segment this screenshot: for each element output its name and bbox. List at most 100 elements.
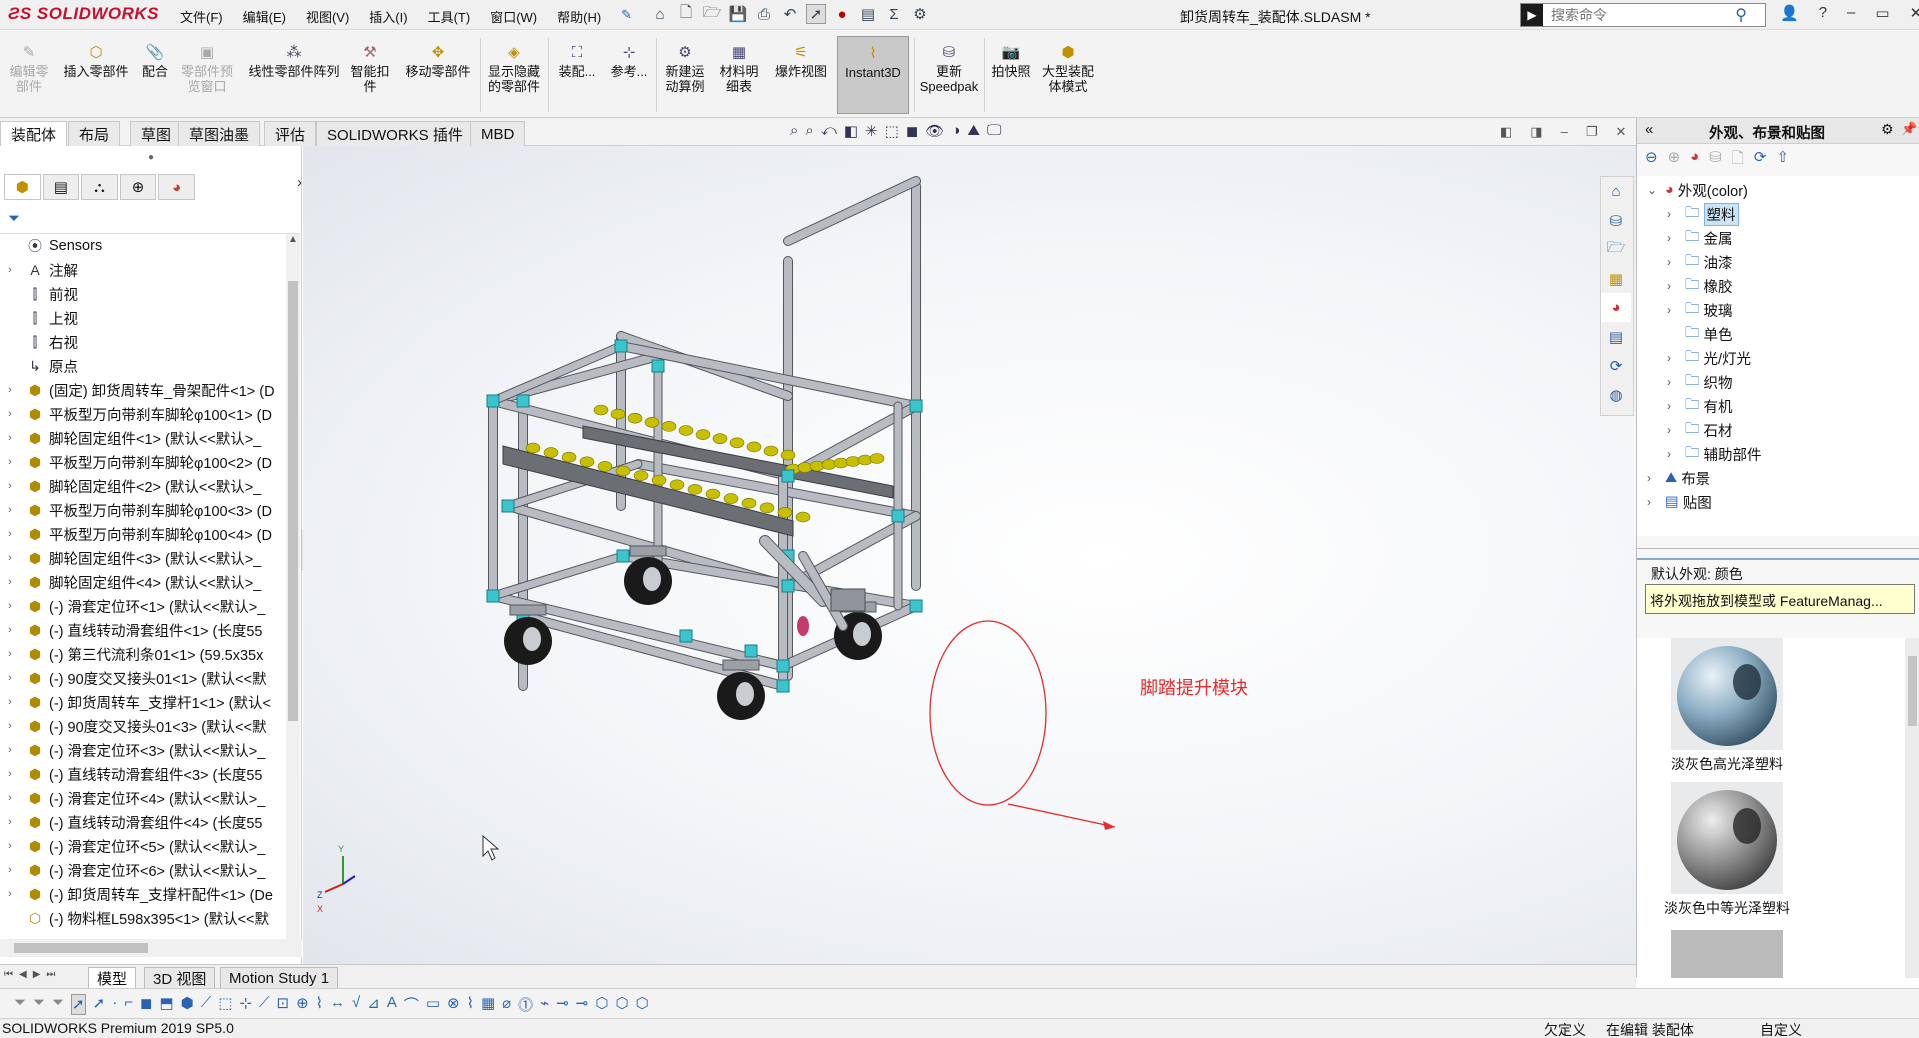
tree-item[interactable]: ⫿ 右视: [0, 330, 286, 354]
filter-datum-feature-icon[interactable]: ▭: [426, 994, 440, 1015]
tab-model[interactable]: 模型: [88, 967, 137, 989]
appearance-tree-item[interactable]: › 🗀 橡胶: [1667, 274, 1733, 298]
tree-expand-icon[interactable]: ›: [4, 744, 16, 756]
appearance-expand-icon[interactable]: ⌄: [1647, 183, 1661, 197]
appearance-tree-item[interactable]: › 🗀 玻璃: [1667, 298, 1733, 322]
update-speedpak-button[interactable]: ⛁ 更新 Speedpak: [918, 42, 980, 95]
roller[interactable]: [809, 460, 825, 472]
tree-item[interactable]: › ⬢ 脚轮固定组件<4> (默认<<默认>_: [0, 570, 286, 594]
tree-item[interactable]: › ⬢ (-) 滑套定位环<3> (默认<<默认>_: [0, 738, 286, 762]
new-motion-study-button[interactable]: ⚙ 新建运 动算例: [660, 42, 710, 95]
configuration-manager-tab-icon[interactable]: ⛬: [81, 174, 118, 200]
clear-filters-icon[interactable]: ⏷: [33, 994, 45, 1015]
caster-mount-plate[interactable]: [509, 604, 547, 616]
large-assembly-button[interactable]: ⬢ 大型装配 体模式: [1036, 42, 1100, 95]
pedal-spring[interactable]: [797, 616, 809, 636]
tree-item[interactable]: › ⬢ 平板型万向带刹车脚轮φ100<2> (D: [0, 450, 286, 474]
roller[interactable]: [633, 470, 649, 481]
exploded-view-button[interactable]: ⚟ 爆炸视图: [768, 42, 834, 80]
take-snapshot-button[interactable]: 📷 拍快照: [988, 42, 1034, 80]
next-tab-icon[interactable]: ▶: [33, 969, 41, 980]
filter-mesh-edges-icon[interactable]: ⬡: [615, 994, 628, 1015]
back-icon[interactable]: ⊖: [1645, 148, 1658, 173]
appearance-tree-item[interactable]: › 🗀 油漆: [1667, 250, 1733, 274]
select-arrow-icon[interactable]: ➚: [71, 994, 86, 1015]
smart-fastener-button[interactable]: ⚒ 智能扣 件: [348, 42, 392, 95]
up-level-icon[interactable]: ⇧: [1776, 148, 1789, 173]
menu-view[interactable]: 视图(V): [306, 7, 349, 26]
swatch-light-gray-medium-gloss[interactable]: [1671, 782, 1783, 894]
tree-expand-icon[interactable]: ›: [4, 432, 16, 444]
status-units[interactable]: 自定义: [1760, 1020, 1802, 1038]
connector-joint[interactable]: [501, 499, 515, 513]
tree-expand-icon[interactable]: ›: [4, 720, 16, 732]
select-all-filters-icon[interactable]: ⏷: [52, 994, 64, 1015]
viewport-restore-icon[interactable]: ❐: [1586, 124, 1598, 140]
roller[interactable]: [615, 465, 631, 477]
minimize-button[interactable]: –: [1847, 4, 1855, 22]
hide-show-items-icon[interactable]: 👁: [925, 122, 944, 140]
filter-center-marks-icon[interactable]: ⊕: [296, 994, 309, 1015]
tree-item[interactable]: ↳ 原点: [0, 354, 286, 378]
section-view-icon[interactable]: ◧: [844, 122, 858, 140]
swatch-scroll-thumb[interactable]: [1908, 656, 1917, 726]
roller[interactable]: [741, 497, 757, 509]
tab-mbd[interactable]: MBD: [470, 121, 526, 146]
roller[interactable]: [687, 484, 703, 495]
tree-item[interactable]: ⫿ 前视: [0, 282, 286, 306]
swatch-next[interactable]: [1671, 930, 1783, 978]
bill-of-materials-button[interactable]: ▦ 材料明 细表: [714, 42, 764, 95]
roller[interactable]: [821, 459, 837, 470]
roller[interactable]: [705, 488, 721, 500]
menu-tools[interactable]: 工具(T): [428, 7, 471, 26]
tree-item[interactable]: › ⬢ (-) 滑套定位环<4> (默认<<默认>_: [0, 786, 286, 810]
roller[interactable]: [644, 416, 660, 428]
connector-joint[interactable]: [909, 399, 923, 413]
tree-expand-icon[interactable]: ›: [4, 864, 16, 876]
tree-item[interactable]: › ⬢ 平板型万向带刹车脚轮φ100<4> (D: [0, 522, 286, 546]
roller[interactable]: [525, 442, 541, 454]
filter-edges-icon[interactable]: ⌐: [124, 994, 133, 1015]
filter-surface-finish-icon[interactable]: √: [352, 994, 360, 1015]
tree-item[interactable]: › ⬢ (-) 滑套定位环<1> (默认<<默认>_: [0, 594, 286, 618]
zoom-to-area-icon[interactable]: ⌕: [805, 122, 813, 140]
tree-expand-icon[interactable]: ›: [4, 456, 16, 468]
3d-content-central-icon[interactable]: ◍: [1601, 380, 1631, 409]
traffic-light-icon[interactable]: ●: [832, 4, 852, 24]
filter-toggle-icon[interactable]: ⏷: [14, 994, 26, 1015]
filter-weld-symbol-icon[interactable]: ⌒: [404, 994, 419, 1015]
appearance-expand-icon[interactable]: ›: [1667, 447, 1681, 461]
select-other-icon[interactable]: ➚: [93, 994, 106, 1015]
tree-item[interactable]: › ⬢ (-) 直线转动滑套组件<1> (长度55: [0, 618, 286, 642]
roller[interactable]: [661, 421, 677, 432]
filter-notes-icon[interactable]: A: [387, 994, 397, 1015]
instant3d-button[interactable]: ⌇ Instant3D: [837, 36, 909, 114]
dynamic-annotation-icon[interactable]: ✳: [865, 122, 878, 140]
roller[interactable]: [845, 456, 861, 467]
view-palette-icon[interactable]: ▦: [1601, 264, 1631, 293]
appearance-tree-item[interactable]: › 🗀 辅助部件: [1667, 442, 1762, 466]
edit-component-button[interactable]: ✎ 编辑零 部件: [6, 42, 52, 95]
roller[interactable]: [723, 493, 739, 504]
tree-item[interactable]: › ⬢ (-) 90度交叉接头01<3> (默认<<默: [0, 714, 286, 738]
tab-assembly[interactable]: 装配体: [0, 121, 68, 146]
appearance-expand-icon[interactable]: ›: [1667, 423, 1681, 437]
user-icon[interactable]: 👤: [1780, 4, 1799, 22]
appearance-expand-icon[interactable]: ›: [1667, 279, 1681, 293]
display-manager-tab-icon[interactable]: ◕: [158, 174, 195, 200]
restore-button[interactable]: ▭: [1875, 4, 1889, 22]
tab-motion-study[interactable]: Motion Study 1: [220, 967, 339, 989]
undo-icon[interactable]: ↶: [780, 4, 800, 24]
pane-options-icon[interactable]: ⚙: [1881, 121, 1894, 138]
roller[interactable]: [597, 461, 613, 472]
appearance-expand-icon[interactable]: ›: [1647, 495, 1661, 509]
filter-funnel-icon[interactable]: ⏷: [8, 210, 20, 227]
caster-mount-plate[interactable]: [722, 659, 760, 671]
appearance-tree-item[interactable]: 🗀 单色: [1667, 322, 1733, 346]
tree-item[interactable]: › ⬢ 脚轮固定组件<1> (默认<<默认>_: [0, 426, 286, 450]
tree-item[interactable]: › ⬢ 平板型万向带刹车脚轮φ100<1> (D: [0, 402, 286, 426]
tree-item[interactable]: ⫿ 上视: [0, 306, 286, 330]
roller[interactable]: [669, 479, 685, 491]
appearance-expand-icon[interactable]: ›: [1667, 399, 1681, 413]
scroll-up-icon[interactable]: ▲: [286, 234, 300, 245]
